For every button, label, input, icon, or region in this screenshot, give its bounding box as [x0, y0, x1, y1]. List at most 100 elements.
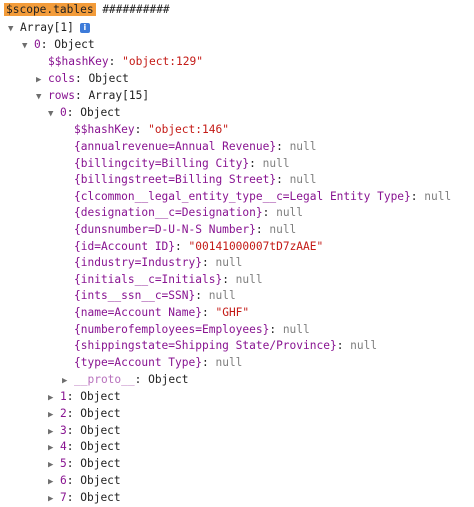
item-type: Object: [80, 440, 121, 454]
item-type: Object: [80, 390, 121, 403]
triangle-right-icon[interactable]: ▶: [36, 72, 48, 89]
field-entry: {dunsnumber=D-U-N-S Number}: null: [74, 223, 297, 236]
triangle-right-icon[interactable]: ▶: [48, 407, 60, 424]
field-entry: {designation__c=Designation}: null: [74, 206, 304, 220]
property-value: null: [289, 140, 317, 153]
item-index: 0: [34, 38, 41, 51]
rows-item[interactable]: ▶ 2: Object: [48, 406, 121, 423]
triangle-down-icon[interactable]: ▼: [8, 21, 20, 38]
triangle-right-icon[interactable]: ▶: [48, 491, 60, 507]
rows-item[interactable]: ▶ 4: Object: [48, 439, 121, 456]
property-value: "object:129": [122, 55, 203, 68]
property-value: Object: [88, 72, 129, 85]
rows-item[interactable]: ▶ 7: Object: [48, 490, 121, 507]
field-entry: {ints__ssn__c=SSN}: null: [74, 289, 236, 303]
triangle-right-icon[interactable]: ▶: [62, 373, 74, 390]
item-type: Object: [80, 106, 121, 119]
property-key: {dunsnumber=D-U-N-S Number}: [74, 223, 256, 236]
property-key: {billingstreet=Billing Street}: [74, 173, 277, 187]
item-index: 2: [60, 406, 67, 420]
property-proto[interactable]: ▶ __proto__: Object: [62, 372, 189, 389]
property-key: $$hashKey: [48, 55, 109, 68]
property-key: {designation__c=Designation}: [74, 206, 263, 220]
log-suffix: ##########: [102, 3, 170, 16]
property-key: {name=Account Name}: [74, 306, 202, 319]
expression-highlight: $scope.tables: [4, 3, 96, 16]
property-value: null: [215, 256, 243, 270]
field-entry: {initials__c=Initials}: null: [74, 272, 263, 286]
property-value: "object:146": [148, 123, 229, 136]
property-key: __proto__: [74, 373, 135, 386]
property-value: null: [282, 322, 310, 336]
property-key: cols: [48, 72, 75, 85]
item-index: 3: [60, 423, 67, 437]
property-value: "GHF": [215, 306, 250, 319]
item-type: Object: [80, 474, 121, 487]
item-type: Object: [80, 457, 121, 471]
console-output: $scope.tables ########## ▼ Array[1] i ▼ 0: …: [0, 0, 474, 506]
field-entry: {type=Account Type}: null: [74, 355, 243, 369]
triangle-right-icon[interactable]: ▶: [48, 424, 60, 441]
property-value: Array[15]: [88, 89, 150, 102]
triangle-down-icon[interactable]: ▼: [48, 106, 60, 123]
rows-item[interactable]: ▶ 3: Object: [48, 423, 121, 440]
property-key: {billingcity=Billing City}: [74, 156, 250, 170]
item-index: 1: [60, 390, 67, 403]
property-key: {initials__c=Initials}: [74, 272, 223, 286]
property-value: null: [424, 189, 452, 203]
item-index: 5: [60, 457, 67, 471]
property-rows[interactable]: ▼ rows: Array[15]: [36, 88, 149, 105]
property-hashkey: $$hashKey: "object:129": [48, 55, 203, 68]
property-value: "00141000007tD7zAAE": [188, 239, 324, 253]
item-index: 7: [60, 490, 67, 504]
triangle-down-icon[interactable]: ▼: [22, 38, 34, 55]
property-key: {ints__ssn__c=SSN}: [74, 289, 196, 303]
item-type: Object: [80, 406, 121, 420]
rows-item[interactable]: ▶ 5: Object: [48, 456, 121, 473]
info-icon[interactable]: i: [79, 23, 90, 33]
item-type: Object: [80, 490, 121, 504]
property-value: null: [289, 173, 317, 187]
field-entry: {billingstreet=Billing Street}: null: [74, 173, 317, 187]
property-value: null: [276, 206, 304, 220]
item-index: 0: [60, 106, 67, 119]
rows-item-0[interactable]: ▼ 0: Object: [48, 105, 121, 122]
triangle-right-icon[interactable]: ▶: [48, 474, 60, 491]
field-entry: {industry=Industry}: null: [74, 256, 243, 270]
property-key: {clcommon__legal_entity_type__c=Legal En…: [74, 189, 411, 203]
property-key: {shippingstate=Shipping State/Province}: [74, 339, 337, 353]
field-entry: {shippingstate=Shipping State/Province}:…: [74, 339, 378, 353]
triangle-right-icon[interactable]: ▶: [48, 390, 60, 407]
rows-item[interactable]: ▶ 6: Object: [48, 473, 121, 490]
property-value: null: [208, 289, 236, 303]
property-key: {industry=Industry}: [74, 256, 202, 270]
property-key: {id=Account ID}: [74, 239, 176, 253]
property-key: {numberofemployees=Employees}: [74, 322, 270, 336]
property-value: Object: [148, 373, 189, 386]
triangle-down-icon[interactable]: ▼: [36, 89, 48, 106]
item-type: Object: [80, 423, 121, 437]
property-key: {type=Account Type}: [74, 355, 202, 369]
field-entry: {clcommon__legal_entity_type__c=Legal En…: [74, 189, 452, 203]
item-index: 4: [60, 440, 67, 454]
triangle-right-icon[interactable]: ▶: [48, 457, 60, 474]
property-cols[interactable]: ▶ cols: Object: [36, 71, 129, 88]
item-type: Object: [54, 38, 95, 51]
tree-root-array[interactable]: ▼ Array[1] i: [8, 20, 90, 37]
property-key: rows: [48, 89, 75, 102]
field-entry: {id=Account ID}: "00141000007tD7zAAE": [74, 239, 324, 253]
property-value: null: [215, 355, 243, 369]
property-key: {annualrevenue=Annual Revenue}: [74, 140, 277, 153]
rows-item[interactable]: ▶ 1: Object: [48, 389, 121, 406]
tree-item-0[interactable]: ▼ 0: Object: [22, 37, 95, 54]
triangle-right-icon[interactable]: ▶: [48, 440, 60, 457]
property-key: $$hashKey: [74, 123, 135, 136]
property-value: null: [269, 223, 297, 236]
field-entry: {name=Account Name}: "GHF": [74, 306, 250, 319]
property-hashkey: $$hashKey: "object:146": [74, 123, 229, 136]
field-entry: {annualrevenue=Annual Revenue}: null: [74, 140, 317, 153]
field-entry: {billingcity=Billing City}: null: [74, 156, 290, 170]
item-index: 6: [60, 474, 67, 487]
property-value: null: [350, 339, 378, 353]
property-value: null: [262, 156, 290, 170]
